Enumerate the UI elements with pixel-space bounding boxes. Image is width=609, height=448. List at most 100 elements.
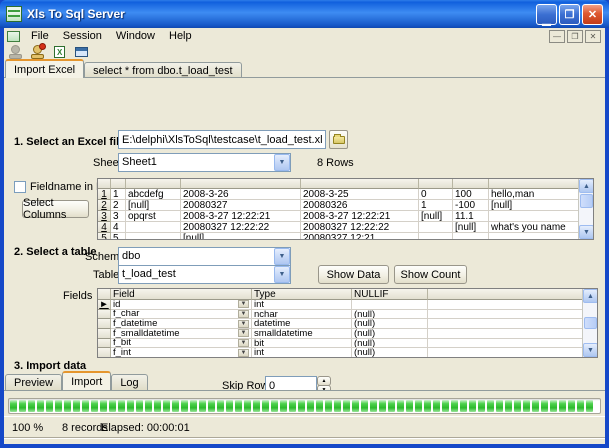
type-cell[interactable]: bit [252,339,352,349]
fieldname-in-header-checkbox[interactable] [14,181,26,193]
tab-import-excel[interactable]: Import Excel [5,59,84,78]
data-cell[interactable]: 11.1 [453,211,489,222]
fields-grid-header-corner[interactable] [428,289,584,300]
chevron-down-icon[interactable]: ▼ [274,266,290,283]
filler-cell[interactable] [428,319,584,329]
data-cell[interactable]: 1 [419,200,453,211]
schema-select[interactable]: dbo ▼ [118,247,291,266]
tab-select-query[interactable]: select * from dbo.t_load_test [84,62,241,78]
row-number-cell[interactable]: 5 [98,233,111,240]
filler-cell[interactable] [428,329,584,339]
preview-grid-header-cell[interactable] [301,179,419,189]
data-cell[interactable]: 5 [111,233,126,240]
nullif-cell[interactable]: (null) [352,319,428,329]
fields-grid[interactable]: FieldTypeNULLIF ►id▼intf_char▼nchar(null… [97,288,598,358]
data-cell[interactable]: ... [126,233,181,240]
scroll-down-icon[interactable]: ▼ [583,343,598,357]
preview-grid-row[interactable]: 22[null]20080327200803261-100[null] [98,200,593,211]
excel-file-icon[interactable] [52,45,67,59]
data-cell[interactable]: 2008-3-25 [301,189,419,200]
fields-grid-row[interactable]: ►id▼int [98,300,597,310]
sheet-select[interactable]: Sheet1 ▼ [118,153,291,172]
data-cell[interactable]: 20080327 [181,200,301,211]
nullif-cell[interactable]: (null) [352,310,428,320]
data-cell[interactable] [489,233,579,240]
mdi-restore-icon[interactable]: ❐ [567,30,583,43]
field-cell[interactable]: f_int▼ [111,348,252,358]
data-cell[interactable]: hello,man [489,189,579,200]
preview-grid-header-cell[interactable] [181,179,301,189]
scrollbar-thumb[interactable] [580,194,593,208]
fields-grid-row[interactable]: f_char▼nchar(null) [98,310,597,320]
data-cell[interactable]: [null] [489,200,579,211]
data-cell[interactable]: 2008-3-26 [181,189,301,200]
field-cell[interactable]: f_char▼ [111,310,252,320]
file-path-input[interactable] [118,130,326,149]
preview-grid-row[interactable]: 55...[null]20080327 12:21 [98,233,593,240]
field-cell[interactable]: f_bit▼ [111,339,252,349]
mdi-minimize-icon[interactable]: — [549,30,565,43]
fields-grid-row[interactable]: f_datetime▼datetime(null) [98,319,597,329]
preview-grid[interactable]: 11abcdefg2008-3-262008-3-250100hello,man… [97,178,594,240]
data-cell[interactable]: what's you name [489,222,579,233]
row-number-cell[interactable]: 2 [98,200,111,211]
preview-grid-header-cell[interactable] [453,179,489,189]
type-cell[interactable]: int [252,348,352,358]
data-cell[interactable]: [null] [126,200,181,211]
filler-cell[interactable] [428,339,584,349]
data-cell[interactable] [419,222,453,233]
data-cell[interactable]: 100 [453,189,489,200]
data-cell[interactable]: 3 [111,211,126,222]
field-dropdown-icon[interactable]: ▼ [238,329,249,337]
tab-import[interactable]: Import [62,371,111,390]
fields-grid-header-cell[interactable]: NULLIF [352,289,428,300]
scroll-up-icon[interactable]: ▲ [583,289,598,303]
show-data-button[interactable]: Show Data [318,265,389,284]
close-icon[interactable]: ✕ [582,4,603,25]
data-cell[interactable]: 2008-3-27 12:22:21 [301,211,419,222]
type-cell[interactable]: int [252,300,352,310]
data-cell[interactable]: 20080327 12:21 [301,233,419,240]
data-cell[interactable]: -100 [453,200,489,211]
data-cell[interactable]: [null] [419,211,453,222]
fields-grid-header-corner[interactable] [98,289,111,300]
chevron-down-icon[interactable]: ▼ [274,248,290,265]
nullif-cell[interactable]: (null) [352,348,428,358]
data-cell[interactable]: 20080326 [301,200,419,211]
row-number-cell[interactable]: 3 [98,211,111,222]
field-dropdown-icon[interactable]: ▼ [238,349,249,357]
data-cell[interactable]: abcdefg [126,189,181,200]
disconnect-session-icon[interactable] [30,45,45,59]
filler-cell[interactable] [428,310,584,320]
field-cell[interactable]: f_datetime▼ [111,319,252,329]
data-cell[interactable]: 4 [111,222,126,233]
fields-grid-scrollbar[interactable]: ▲ ▼ [582,289,597,357]
data-cell[interactable]: 1 [111,189,126,200]
tab-log[interactable]: Log [111,374,147,390]
preview-grid-scrollbar[interactable]: ▲ ▼ [578,179,593,239]
menu-file[interactable]: File [24,29,56,43]
row-number-cell[interactable]: 4 [98,222,111,233]
field-dropdown-icon[interactable]: ▼ [238,320,249,328]
mdi-close-icon[interactable]: ✕ [585,30,601,43]
sql-window-icon[interactable] [74,45,89,59]
nullif-cell[interactable] [352,300,428,310]
tab-preview[interactable]: Preview [5,374,62,390]
preview-grid-header-cell[interactable] [98,179,111,189]
type-cell[interactable]: smalldatetime [252,329,352,339]
preview-grid-row[interactable]: 33opqrst2008-3-27 12:22:212008-3-27 12:2… [98,211,593,222]
data-cell[interactable] [489,211,579,222]
scroll-up-icon[interactable]: ▲ [579,179,594,193]
field-dropdown-icon[interactable]: ▼ [238,339,249,347]
data-cell[interactable]: [null] [181,233,301,240]
data-cell[interactable]: 2008-3-27 12:22:21 [181,211,301,222]
table-select[interactable]: t_load_test ▼ [118,265,291,284]
field-cell[interactable]: id▼ [111,300,252,310]
minimize-icon[interactable]: ▁ [536,4,557,25]
menu-window[interactable]: Window [109,29,162,43]
field-cell[interactable]: f_smalldatetime▼ [111,329,252,339]
preview-grid-header-cell[interactable] [111,179,126,189]
select-columns-button[interactable]: Select Columns [22,200,89,218]
field-dropdown-icon[interactable]: ▼ [238,300,249,308]
data-cell[interactable]: 20080327 12:22:22 [181,222,301,233]
